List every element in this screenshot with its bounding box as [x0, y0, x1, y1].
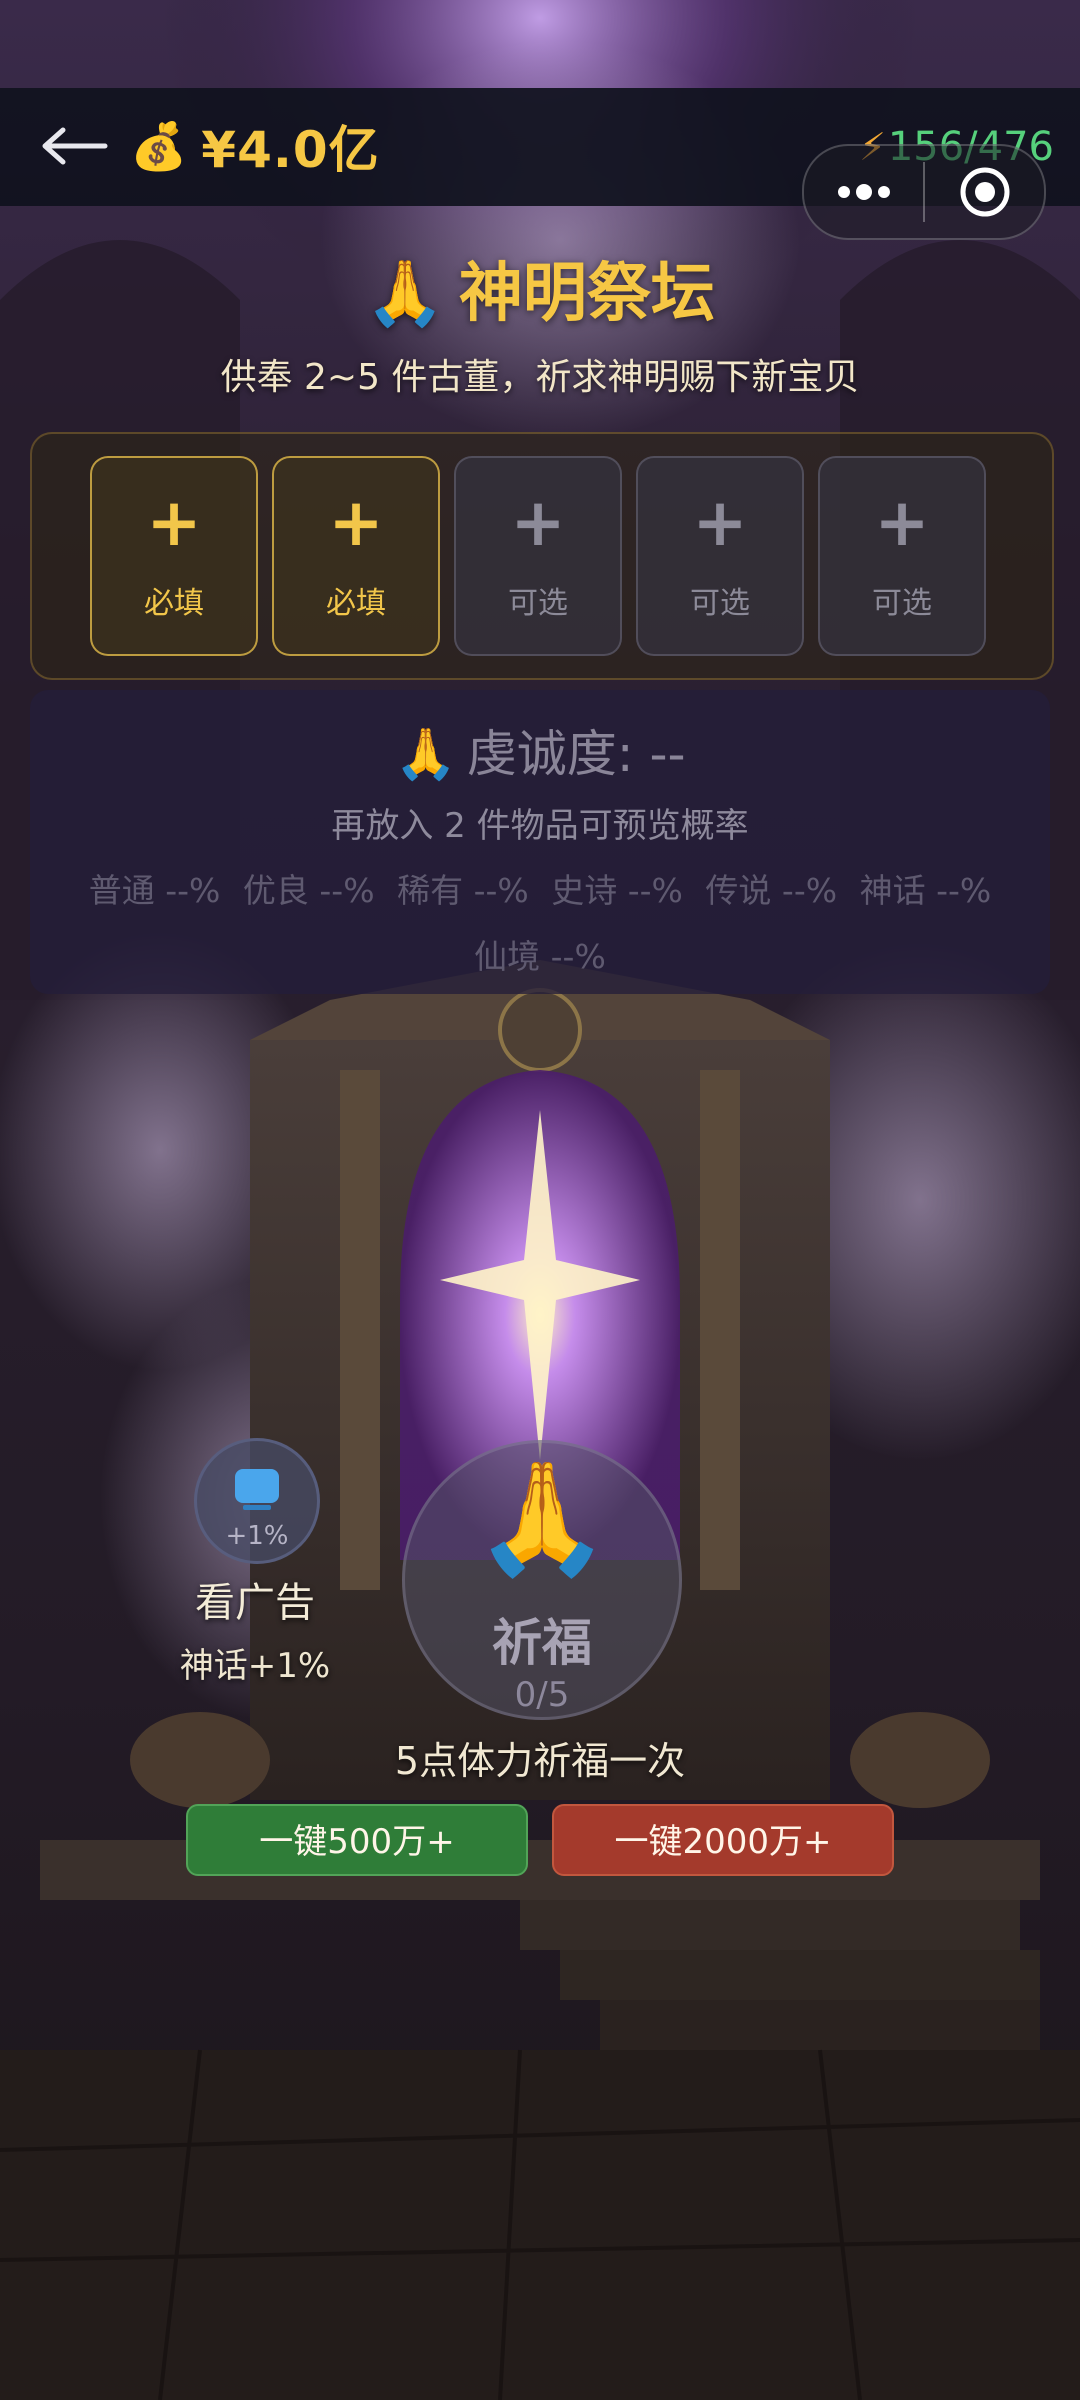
miniprogram-capsule	[802, 144, 1046, 240]
rate-fairyland: 仙境 --%	[474, 937, 606, 976]
tv-icon	[235, 1469, 279, 1510]
currency-value: ¥4.0亿	[201, 121, 380, 179]
praying-hands-icon: 🙏	[394, 725, 457, 783]
plus-icon: +	[692, 484, 748, 561]
pray-label: 祈福	[492, 1614, 592, 1672]
back-arrow-icon	[42, 127, 108, 165]
slot-label: 可选	[690, 586, 750, 621]
praying-hands-icon: 🙏	[473, 1454, 611, 1582]
rate-good: 优良 --%	[242, 871, 375, 910]
devotion-hint: 再放入 2 件物品可预览概率	[331, 806, 749, 846]
rate-common: 普通 --%	[88, 871, 221, 910]
offering-slot-1[interactable]: + 必填	[90, 456, 258, 656]
devotion-title: 🙏 虔诚度: --	[30, 714, 1050, 786]
rarity-rates: 普通 --% 优良 --% 稀有 --% 史诗 --% 传说 --% 神话 --…	[50, 858, 1030, 990]
quick-offer-5m-button[interactable]: 一键500万+	[186, 1804, 528, 1876]
slot-label: 可选	[508, 586, 568, 621]
devotion-panel: 🙏 虔诚度: -- 再放入 2 件物品可预览概率 普通 --% 优良 --% 稀有…	[30, 690, 1050, 994]
rate-rare: 稀有 --%	[397, 871, 529, 910]
currency-display: 💰 ¥4.0亿	[130, 108, 380, 184]
offering-slot-2[interactable]: + 必填	[272, 456, 440, 656]
watch-ad-bonus-text: 神话+1%	[179, 1646, 331, 1686]
offering-slots-panel: + 必填 + 必填 + 可选 + 可选 + 可选	[30, 432, 1054, 680]
praying-hands-icon: 🙏	[365, 257, 445, 331]
slot-label: 必填	[326, 586, 386, 621]
page-title: 🙏 神明祭坛	[0, 242, 1080, 334]
target-circle-icon	[960, 167, 1009, 217]
page-title-text: 神明祭坛	[458, 257, 715, 331]
pray-count: 0/5	[514, 1675, 570, 1715]
money-bag-icon: 💰	[130, 119, 188, 173]
back-button[interactable]	[34, 110, 114, 182]
close-miniprogram-button[interactable]	[925, 146, 1044, 238]
offering-slot-4[interactable]: + 可选	[636, 456, 804, 656]
plus-icon: +	[328, 484, 384, 561]
more-dots-icon	[838, 184, 890, 200]
quick-offer-20m-button[interactable]: 一键2000万+	[552, 1804, 894, 1876]
rate-mythic: 神话 --%	[859, 871, 992, 910]
ad-bonus: +1%	[225, 1521, 289, 1551]
devotion-value: 虔诚度: --	[466, 725, 686, 783]
pray-button[interactable]: 🙏 祈福 0/5	[402, 1440, 682, 1720]
offering-slot-5[interactable]: + 可选	[818, 456, 986, 656]
rate-legendary: 传说 --%	[705, 871, 838, 910]
plus-icon: +	[510, 484, 566, 561]
rate-epic: 史诗 --%	[551, 871, 683, 910]
stamina-cost-hint: 5点体力祈福一次	[394, 1739, 686, 1783]
slot-label: 可选	[872, 586, 932, 621]
more-menu-button[interactable]	[804, 146, 924, 238]
watch-ad-label: 看广告	[195, 1580, 315, 1626]
plus-icon: +	[874, 484, 930, 561]
page-subtitle: 供奉 2~5 件古董，祈求神明赐下新宝贝	[220, 357, 860, 398]
slot-label: 必填	[144, 586, 204, 621]
watch-ad-button[interactable]: +1%	[194, 1438, 320, 1564]
offering-slot-3[interactable]: + 可选	[454, 456, 622, 656]
plus-icon: +	[146, 484, 202, 561]
